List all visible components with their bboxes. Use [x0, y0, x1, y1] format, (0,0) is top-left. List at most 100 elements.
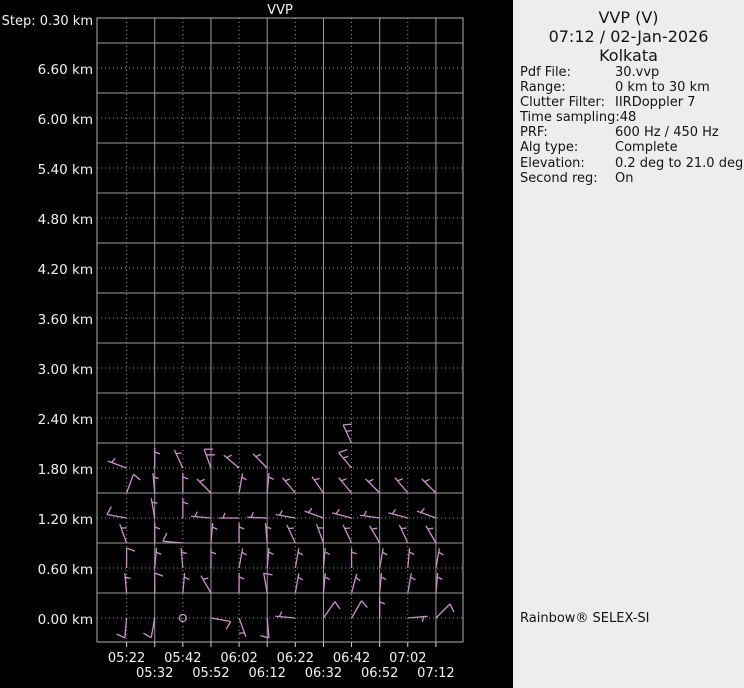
brand-footer: Rainbow® SELEX-SI [520, 611, 650, 626]
wind-barb [359, 510, 380, 519]
wind-barb [200, 575, 212, 594]
wind-barb [266, 548, 274, 569]
wind-barb [407, 615, 428, 623]
wind-barb [116, 617, 128, 639]
param-row: PRF: 600 Hz / 450 Hz [520, 125, 742, 140]
wind-barb [435, 548, 444, 569]
y-axis-label: 4.80 km [37, 212, 93, 228]
wind-barb [350, 600, 368, 619]
wind-barb [152, 473, 159, 494]
param-row: Time sampling:48 [520, 110, 742, 125]
param-row: Pdf File: 30.vvp [520, 65, 742, 80]
y-axis-label: 3.00 km [37, 362, 93, 378]
wind-barb [190, 511, 212, 519]
y-axis-label: 1.80 km [37, 462, 93, 478]
wind-barb [315, 523, 325, 544]
panel-site: Kolkata [599, 46, 658, 65]
wind-barb [124, 573, 131, 594]
wind-barb [407, 548, 415, 569]
wind-barb [182, 573, 190, 594]
wind-barb [247, 512, 268, 519]
wind-barb [252, 453, 268, 469]
wind-barb [435, 573, 443, 594]
y-axis-label: 3.60 km [37, 312, 93, 328]
wind-barb [125, 547, 136, 568]
wind-barb [182, 498, 189, 518]
param-label: Elevation: [520, 155, 585, 171]
wind-barb [338, 477, 353, 494]
x-axis-label: 05:22 [107, 651, 146, 666]
y-axis-label: 5.40 km [37, 162, 93, 178]
vvp-chart-plot [96, 17, 464, 647]
param-value: On [615, 170, 634, 186]
param-row: Elevation: 0.2 deg to 21.0 deg [520, 155, 743, 171]
param-row: Clutter Filter: IIRDoppler 7 [520, 95, 742, 110]
wind-barb [407, 573, 416, 594]
param-row: Second reg: On [520, 171, 742, 186]
x-axis-label: 07:12 [417, 666, 455, 681]
wind-barb [350, 573, 361, 594]
wind-barb [154, 448, 161, 468]
wind-barb [210, 617, 232, 630]
wind-barb [416, 507, 437, 519]
x-axis-label: 07:02 [389, 651, 427, 666]
wind-barb [294, 573, 304, 594]
y-axis-label: 4.20 km [37, 262, 93, 278]
wind-barb [338, 448, 353, 469]
x-axis-label: 06:02 [220, 651, 258, 666]
info-panel: VVP (V) 07:12 / 02-Jan-2026 Kolkata Pdf … [513, 0, 744, 688]
y-axis-label: 1.20 km [37, 512, 93, 528]
wind-barb [143, 617, 156, 639]
param-label: Second reg: [520, 170, 598, 186]
wind-barb [322, 601, 341, 619]
wind-barb [379, 598, 386, 618]
wind-barb [394, 477, 409, 494]
param-value: 600 Hz / 450 Hz [615, 125, 719, 141]
wind-barb [275, 510, 296, 519]
wind-barb [154, 523, 161, 543]
param-label: Range: [520, 80, 566, 96]
wind-barb [180, 548, 187, 569]
wind-barb [294, 548, 304, 569]
y-axis-label: 2.40 km [37, 412, 93, 428]
x-axis-label: 05:42 [164, 651, 202, 666]
wind-barb [196, 478, 212, 494]
wind-barb [379, 548, 388, 569]
x-axis-label: 06:12 [248, 666, 286, 681]
param-row: Alg type: Complete [520, 140, 742, 155]
param-label: Alg type: [520, 140, 579, 156]
wind-barb [281, 477, 296, 494]
wind-barb [264, 523, 272, 544]
wind-barb [162, 532, 183, 544]
wind-barb [125, 473, 141, 494]
panel-title: VVP (V) [598, 8, 659, 27]
wind-barb [421, 478, 437, 494]
param-label: PRF: [520, 125, 548, 141]
y-axis-label: 6.00 km [37, 112, 93, 128]
x-axis-label: 05:32 [135, 666, 174, 681]
param-list: Pdf File: 30.vvp Range: 0 km to 30 km Clutte… [520, 65, 743, 186]
wind-barb [304, 507, 324, 519]
wind-barb [286, 524, 296, 544]
wind-barb [210, 523, 218, 544]
vvp-chart-region: VVP Step: 0.30 km 6.60 km 6.00 km 5.40 km 4… [0, 0, 513, 688]
param-value: 0 km to 30 km [615, 80, 710, 96]
wind-barb [379, 573, 387, 594]
wind-barb [435, 603, 455, 619]
param-value: IIRDoppler 7 [615, 95, 696, 111]
wind-barb [219, 512, 240, 519]
wind-barb [365, 478, 381, 494]
panel-datetime: 07:12 / 02-Jan-2026 [548, 27, 709, 46]
wind-barb [342, 524, 353, 544]
wind-barb [350, 548, 357, 568]
wind-barb [388, 508, 408, 519]
wind-barb [182, 473, 189, 493]
x-axis-label: 06:42 [332, 651, 371, 666]
x-axis-label: 06:22 [276, 651, 315, 666]
wind-barb [119, 523, 128, 544]
wind-barb [223, 454, 240, 469]
wind-barb [238, 548, 247, 569]
y-axis-label: 6.60 km [37, 62, 93, 78]
wind-barb [369, 525, 381, 544]
param-value: 30.vvp [615, 65, 660, 80]
